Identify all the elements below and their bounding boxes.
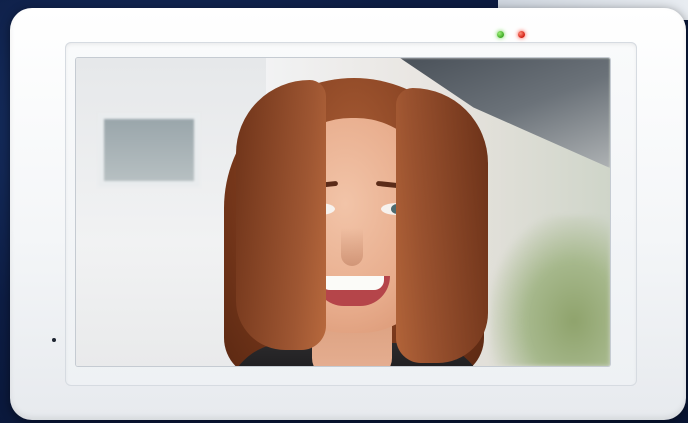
- teeth: [320, 276, 384, 290]
- hair-left: [236, 80, 326, 350]
- background-foliage: [490, 216, 610, 366]
- nose: [341, 228, 363, 266]
- video-display: [76, 58, 610, 366]
- red-led-icon: [518, 31, 525, 38]
- green-led-icon: [497, 31, 504, 38]
- background-window: [98, 113, 200, 187]
- hair-right: [396, 88, 488, 363]
- microphone-hole-icon: [52, 338, 56, 342]
